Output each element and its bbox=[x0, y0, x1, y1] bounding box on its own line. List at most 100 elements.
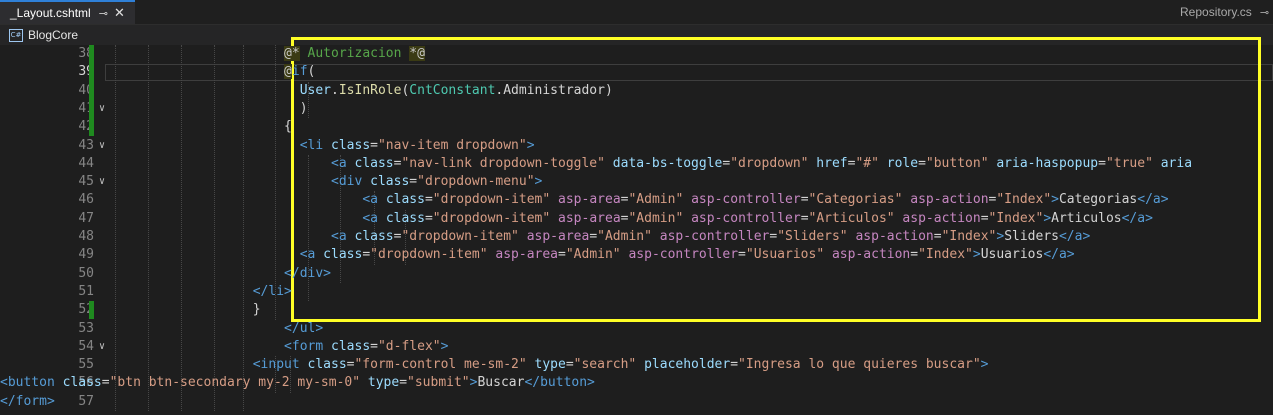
token-text: Categorias bbox=[1058, 192, 1138, 208]
code-text: <button class="btn btn-secondary my-2 my… bbox=[0, 374, 595, 392]
code-text: </form> bbox=[0, 393, 55, 411]
close-icon[interactable]: ✕ bbox=[114, 5, 125, 21]
code-line[interactable]: 53 </ul> bbox=[0, 320, 1273, 338]
token-text: = bbox=[933, 229, 942, 244]
code-line[interactable]: 55 <input class = "form-control me-sm-2" ty… bbox=[0, 356, 1273, 374]
line-number: 51 bbox=[78, 283, 94, 299]
line-number: 48 bbox=[78, 229, 94, 244]
line-number: 46 bbox=[78, 192, 94, 208]
fold-chevron-icon[interactable]: ∨ bbox=[99, 339, 105, 355]
token-tag: > bbox=[534, 174, 543, 190]
token-str: "nav-link dropdown-toggle" bbox=[401, 155, 605, 171]
token-razor: *@ bbox=[409, 46, 425, 61]
code-text: { bbox=[284, 118, 292, 136]
code-line[interactable]: 54 ∨ <form class="d-flex"> bbox=[0, 338, 1273, 356]
token-str: "d-flex" bbox=[377, 338, 441, 354]
token-tag: </li> bbox=[252, 283, 292, 299]
token-text: = bbox=[370, 137, 378, 153]
code-editor[interactable]: 38 @* Autorizacion *@ 39 @if(40 User.IsInRol… bbox=[0, 37, 1273, 415]
token-asp: asp-area bbox=[550, 210, 621, 226]
token-tag: > bbox=[996, 229, 1005, 244]
token-tag: > bbox=[1043, 210, 1052, 226]
token-asp: asp-action bbox=[847, 229, 934, 244]
line-number: 52 bbox=[78, 302, 94, 318]
code-line[interactable]: 38 @* Autorizacion *@ bbox=[0, 45, 1273, 64]
fold-chevron-icon[interactable]: ∨ bbox=[99, 174, 105, 190]
token-attr: class bbox=[323, 137, 371, 153]
token-attr: placeholder bbox=[636, 357, 731, 373]
token-attr: class bbox=[378, 192, 425, 208]
token-text: . bbox=[331, 82, 339, 98]
token-str: "search" bbox=[573, 357, 637, 373]
token-tag: > bbox=[972, 247, 981, 263]
code-line[interactable]: 45 ∨ <div class="dropdown-menu"> bbox=[0, 173, 1273, 191]
code-text: <a class="dropdown-item" asp-area="Admin… bbox=[362, 210, 1153, 228]
token-text: = bbox=[800, 210, 809, 226]
change-marker bbox=[89, 81, 94, 100]
token-attr: aria bbox=[1152, 155, 1193, 171]
token-asp: asp-area bbox=[487, 247, 559, 263]
token-attr: class bbox=[346, 155, 394, 171]
token-tag: <li bbox=[299, 137, 324, 153]
code-line[interactable]: 41 ∨) bbox=[0, 99, 1273, 119]
token-attr: role bbox=[878, 155, 919, 171]
token-tag: </form> bbox=[0, 393, 55, 409]
code-text: <li class="nav-item dropdown"> bbox=[300, 137, 535, 155]
code-line[interactable]: 51 </li> bbox=[0, 283, 1273, 301]
token-id: IsInRole bbox=[338, 82, 402, 98]
fold-chevron-icon[interactable]: ∨ bbox=[99, 138, 105, 154]
line-number: 50 bbox=[78, 265, 94, 281]
token-text: = bbox=[980, 210, 989, 226]
code-line[interactable]: 48 <a class="dropdown-item" asp-area="Adm… bbox=[0, 228, 1273, 246]
code-line[interactable]: 43 ∨ <li class="nav-item dropdown"> bbox=[0, 137, 1273, 155]
line-number: 45 bbox=[78, 174, 94, 190]
token-str: "Usuarios" bbox=[745, 247, 825, 263]
token-tag: <form bbox=[284, 338, 324, 354]
code-line[interactable]: 56 <button class="btn btn-secondary my-2 … bbox=[0, 374, 1273, 392]
token-tag: <a bbox=[362, 192, 378, 208]
change-marker bbox=[89, 301, 94, 320]
project-dropdown[interactable]: BlogCore bbox=[28, 28, 78, 42]
token-text: { bbox=[284, 119, 292, 135]
token-tag: </a> bbox=[1058, 229, 1091, 244]
token-asp: asp-controller bbox=[620, 247, 739, 263]
token-text: Sliders bbox=[1004, 229, 1059, 244]
line-number: 39 bbox=[78, 64, 94, 80]
code-line[interactable]: 52} bbox=[0, 301, 1273, 320]
code-line[interactable]: 50 </div> bbox=[0, 265, 1273, 283]
token-tag: <a bbox=[362, 210, 378, 226]
line-number: 54 bbox=[78, 338, 94, 354]
code-line[interactable]: 46 <a class="dropdown-item" asp-area="Adm… bbox=[0, 191, 1273, 209]
token-text: = bbox=[1098, 155, 1106, 171]
token-text: .Administrador) bbox=[495, 82, 613, 98]
code-line[interactable]: 40 User.IsInRole(CntConstant.Administrado… bbox=[0, 81, 1273, 100]
token-text: = bbox=[101, 375, 110, 391]
tab-layout-cshtml[interactable]: _Layout.cshtml ⊸ ✕ bbox=[0, 0, 135, 24]
tab-bar: _Layout.cshtml ⊸ ✕ Repository.cs ⊸ bbox=[0, 0, 1273, 25]
code-line[interactable]: 49 <a class="dropdown-item" asp-area="Adm… bbox=[0, 246, 1273, 264]
token-text: Buscar bbox=[477, 375, 525, 391]
code-line[interactable]: 57 </form> bbox=[0, 393, 1273, 411]
token-str: "submit" bbox=[407, 375, 470, 391]
token-str: "btn btn-secondary my-2 my-sm-0" bbox=[109, 375, 361, 391]
fold-chevron-icon[interactable]: ∨ bbox=[99, 101, 105, 117]
pin-icon[interactable]: ⊸ bbox=[99, 7, 108, 20]
code-line[interactable]: 39 @if( bbox=[0, 63, 1273, 82]
pin-icon-repository[interactable]: ⊸ bbox=[1260, 6, 1269, 19]
code-line[interactable]: 42 { bbox=[0, 118, 1273, 137]
token-text: = bbox=[399, 375, 408, 391]
code-text: <input class = "form-control me-sm-2" type… bbox=[253, 356, 989, 374]
token-attr: data-bs-toggle bbox=[604, 155, 723, 171]
code-line[interactable]: 44 <a class = "nav-link dropdown-toggle" da… bbox=[0, 155, 1273, 173]
code-text: ) bbox=[300, 100, 308, 118]
token-attr: aria-haspopup bbox=[988, 155, 1099, 171]
code-text: <a class="dropdown-item" asp-area="Admin… bbox=[331, 228, 1090, 246]
code-text: <a class = "nav-link dropdown-toggle" data… bbox=[331, 155, 1192, 173]
token-text: = bbox=[738, 247, 746, 263]
tab-repository-cs[interactable]: Repository.cs ⊸ bbox=[1180, 0, 1269, 24]
line-number: 38 bbox=[78, 46, 94, 61]
change-marker bbox=[89, 63, 94, 82]
token-attr: class bbox=[299, 357, 347, 373]
code-line[interactable]: 47 <a class="dropdown-item" asp-area="Adm… bbox=[0, 210, 1273, 228]
token-tag: </a> bbox=[1043, 247, 1075, 263]
